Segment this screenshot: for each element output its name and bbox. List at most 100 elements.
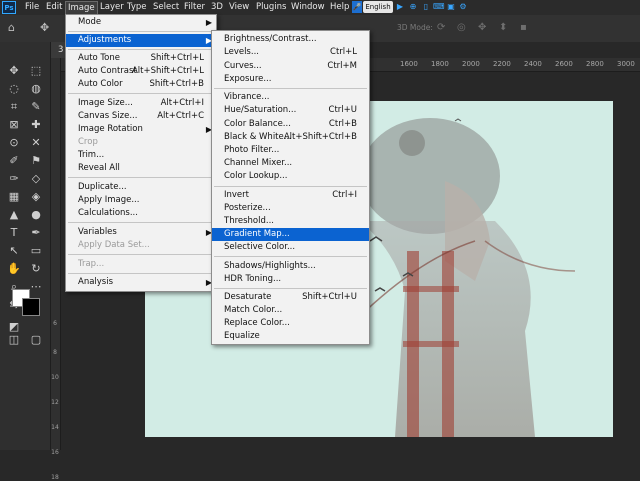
menu-item-levels[interactable]: Levels... Ctrl+L [212, 46, 369, 59]
3d-slide-icon[interactable]: ⬍ [499, 22, 507, 33]
blur-tool-icon[interactable]: ▲ [6, 207, 22, 223]
mobile-icon[interactable]: ▯ [421, 2, 431, 12]
menu-item-trim[interactable]: Trim... [66, 149, 216, 162]
3d-scale-icon[interactable]: ▪ [520, 22, 527, 33]
menu-plugins[interactable]: Plugins [256, 2, 286, 13]
menu-item-match-color[interactable]: Match Color... [212, 304, 369, 317]
play-icon[interactable]: ▶ [395, 2, 405, 12]
ruler-label: 16 [51, 449, 59, 456]
menu-item-hue-saturation[interactable]: Hue/Saturation... Ctrl+U [212, 104, 369, 117]
rotate-view-icon[interactable]: ↻ [28, 261, 44, 277]
menu-view[interactable]: View [229, 2, 249, 13]
eraser-icon[interactable]: ◇ [28, 171, 44, 187]
menu-item-threshold[interactable]: Threshold... [212, 215, 369, 228]
menu-edit[interactable]: Edit [46, 2, 62, 13]
ruler-label: 2000 [462, 60, 480, 68]
document-tab-label: 3 [58, 45, 64, 55]
3d-pan-icon[interactable]: ✥ [478, 22, 486, 33]
menu-layer[interactable]: Layer [100, 2, 124, 13]
menu-item-hdr-toning[interactable]: HDR Toning... [212, 273, 369, 286]
photoshop-logo[interactable]: Ps [2, 1, 16, 14]
menu-separator [68, 177, 214, 178]
menu-item-apply-image[interactable]: Apply Image... [66, 194, 216, 207]
menu-item-variables[interactable]: Variables ▶ [66, 226, 216, 239]
marquee-tool-icon[interactable]: ⬚ [28, 63, 44, 79]
menu-item-desaturate[interactable]: Desaturate Shift+Ctrl+U [212, 291, 369, 304]
menu-item-mode[interactable]: Mode ▶ [66, 16, 216, 29]
quick-mask-icon[interactable]: ◫ [6, 332, 22, 348]
ruler-label: 2800 [586, 60, 604, 68]
crop-tool-icon[interactable]: ⌗ [6, 99, 22, 115]
move-tool-icon[interactable]: ✥ [6, 63, 22, 79]
move-tool-icon[interactable]: ✥ [40, 21, 49, 34]
menu-item-adjustments[interactable]: Adjustments ▶ [66, 34, 216, 47]
menu-item-duplicate[interactable]: Duplicate... [66, 181, 216, 194]
menu-item-exposure[interactable]: Exposure... [212, 73, 369, 86]
menu-item-black-white[interactable]: Black & White... Alt+Shift+Ctrl+B [212, 131, 369, 144]
menu-item-auto-contrast[interactable]: Auto Contrast Alt+Shift+Ctrl+L [66, 65, 216, 78]
clone-stamp-icon[interactable]: ⚑ [28, 153, 44, 169]
quick-selection-icon[interactable]: ◍ [28, 81, 44, 97]
path-selection-icon[interactable]: ↖ [6, 243, 22, 259]
keyboard-icon[interactable]: ⌨ [433, 2, 445, 12]
lasso-tool-icon[interactable]: ◌ [6, 81, 22, 97]
microphone-icon[interactable]: 🎤 [352, 1, 362, 13]
red-eye-icon[interactable]: ✕ [28, 135, 44, 151]
background-color-swatch[interactable] [22, 298, 40, 316]
paint-bucket-icon[interactable]: ◈ [28, 189, 44, 205]
home-icon[interactable]: ⌂ [8, 21, 15, 34]
menu-item-posterize[interactable]: Posterize... [212, 202, 369, 215]
frame-tool-icon[interactable]: ⊠ [6, 117, 22, 133]
menu-bar: Ps File Edit Image Layer Type Select Fil… [0, 0, 640, 15]
more-tools-icon[interactable]: ⋯ [28, 279, 44, 295]
gradient-tool-icon[interactable]: ▦ [6, 189, 22, 205]
menu-type[interactable]: Type [127, 2, 147, 13]
menu-image[interactable]: Image [65, 1, 98, 15]
menu-select[interactable]: Select [153, 2, 179, 13]
menu-item-selective-color[interactable]: Selective Color... [212, 241, 369, 254]
menu-3d[interactable]: 3D [211, 2, 223, 13]
dodge-tool-icon[interactable]: ● [28, 207, 44, 223]
menu-help[interactable]: Help [330, 2, 349, 13]
3d-roll-icon[interactable]: ◎ [457, 22, 466, 33]
menu-item-image-size[interactable]: Image Size... Alt+Ctrl+I [66, 97, 216, 110]
menu-item-replace-color[interactable]: Replace Color... [212, 317, 369, 330]
menu-item-equalize[interactable]: Equalize [212, 330, 369, 343]
screen-mode-icon[interactable]: ▢ [28, 332, 44, 348]
menu-item-vibrance[interactable]: Vibrance... [212, 91, 369, 104]
settings-icon[interactable]: ⚙ [458, 2, 468, 12]
hand-tool-icon[interactable]: ✋ [6, 261, 22, 277]
menu-item-gradient-map[interactable]: Gradient Map... [212, 228, 369, 241]
lock-icon[interactable]: ▣ [446, 2, 456, 12]
menu-file[interactable]: File [25, 2, 39, 13]
language-selector[interactable]: English [363, 1, 393, 13]
menu-window[interactable]: Window [291, 2, 325, 13]
menu-item-curves[interactable]: Curves... Ctrl+M [212, 60, 369, 73]
history-brush-icon[interactable]: ✑ [6, 171, 22, 187]
menu-item-shadows-highlights[interactable]: Shadows/Highlights... [212, 260, 369, 273]
brush-tool-icon[interactable]: ✐ [6, 153, 22, 169]
menu-item-reveal-all[interactable]: Reveal All [66, 162, 216, 175]
menu-item-color-balance[interactable]: Color Balance... Ctrl+B [212, 118, 369, 131]
menu-item-image-rotation[interactable]: Image Rotation ▶ [66, 123, 216, 136]
healing-brush-icon[interactable]: ✚ [28, 117, 44, 133]
menu-item-auto-tone[interactable]: Auto Tone Shift+Ctrl+L [66, 52, 216, 65]
menu-item-invert[interactable]: Invert Ctrl+I [212, 189, 369, 202]
type-tool-icon[interactable]: T [6, 225, 22, 241]
menu-item-calculations[interactable]: Calculations... [66, 207, 216, 220]
pen-tool-icon[interactable]: ✒ [28, 225, 44, 241]
patch-tool-icon[interactable]: ⊙ [6, 135, 22, 151]
menu-item-color-lookup[interactable]: Color Lookup... [212, 170, 369, 183]
rectangle-tool-icon[interactable]: ▭ [28, 243, 44, 259]
menu-item-brightness-contrast[interactable]: Brightness/Contrast... [212, 33, 369, 46]
menu-filter[interactable]: Filter [184, 2, 205, 13]
menu-item-analysis[interactable]: Analysis ▶ [66, 276, 216, 289]
menu-item-photo-filter[interactable]: Photo Filter... [212, 144, 369, 157]
menu-item-channel-mixer[interactable]: Channel Mixer... [212, 157, 369, 170]
eyedropper-icon[interactable]: ✎ [28, 99, 44, 115]
menu-item-canvas-size[interactable]: Canvas Size... Alt+Ctrl+C [66, 110, 216, 123]
3d-orbit-icon[interactable]: ⟳ [437, 22, 445, 33]
menu-separator [68, 93, 214, 94]
menu-item-auto-color[interactable]: Auto Color Shift+Ctrl+B [66, 78, 216, 91]
translate-icon[interactable]: ⊕ [408, 2, 418, 12]
